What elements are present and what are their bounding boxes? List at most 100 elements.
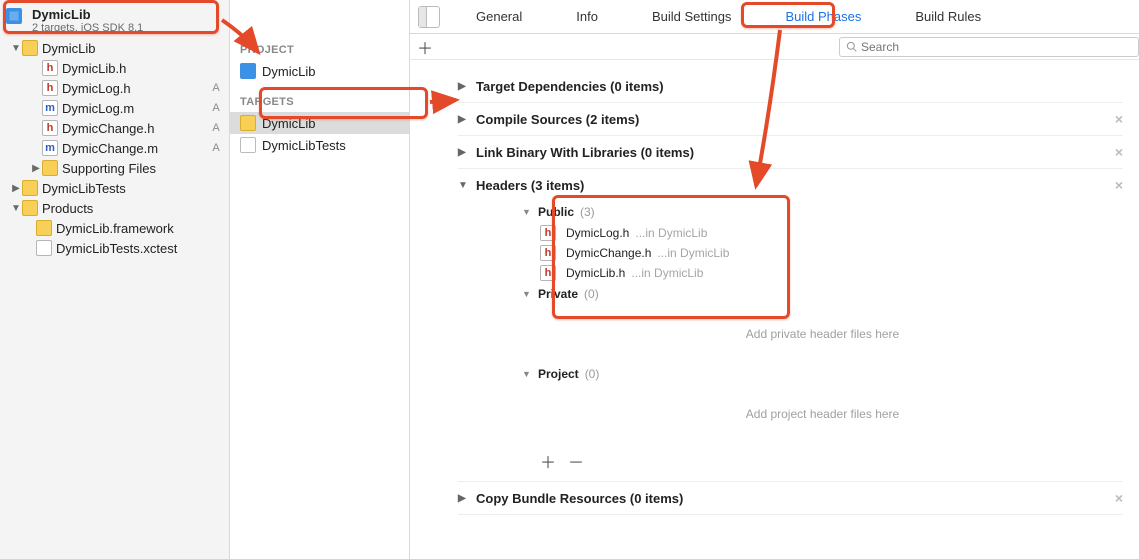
- phase-title: Copy Bundle Resources (0 items): [476, 491, 683, 506]
- folder-icon: [22, 40, 38, 56]
- folder-icon: [22, 200, 38, 216]
- editor-area: General Info Build Settings Build Phases…: [410, 0, 1139, 559]
- header-file-location: ...in DymicLib: [635, 226, 707, 240]
- project-title: DymicLib: [32, 8, 143, 22]
- project-navigator[interactable]: DymicLib 2 targets, iOS SDK 8.1 ▼ DymicL…: [0, 0, 230, 559]
- disclose-icon[interactable]: ▼: [522, 207, 532, 217]
- phase-compile-sources[interactable]: ▶ Compile Sources (2 items) ×: [458, 103, 1123, 136]
- phase-title: Compile Sources (2 items): [476, 112, 639, 127]
- vcs-status: A: [209, 122, 223, 134]
- tab-build-rules[interactable]: Build Rules: [909, 5, 987, 28]
- folder-row[interactable]: ▶ DymicLibTests: [0, 178, 229, 198]
- header-file-row[interactable]: hDymicLib.h...in DymicLib: [522, 263, 1123, 283]
- header-file-row[interactable]: hDymicLog.h...in DymicLib: [522, 223, 1123, 243]
- folder-label: DymicLib: [42, 41, 223, 56]
- folder-row[interactable]: ▼ DymicLib: [0, 38, 229, 58]
- product-row[interactable]: DymicLibTests.xctest: [0, 238, 229, 258]
- group-label: Public: [538, 205, 574, 219]
- disclose-icon[interactable]: ▶: [458, 147, 468, 158]
- search-icon: [846, 41, 857, 52]
- disclose-icon[interactable]: ▶: [458, 81, 468, 92]
- tab-build-phases[interactable]: Build Phases: [779, 5, 867, 28]
- target-row[interactable]: DymicLib: [230, 112, 409, 134]
- project-root[interactable]: DymicLib 2 targets, iOS SDK 8.1: [0, 4, 229, 38]
- project-heading: PROJECT: [230, 40, 409, 60]
- remove-phase-button[interactable]: ×: [1115, 111, 1123, 127]
- disclose-icon[interactable]: ▼: [522, 369, 532, 379]
- remove-phase-button[interactable]: ×: [1115, 490, 1123, 506]
- project-entry[interactable]: DymicLib: [230, 60, 409, 82]
- folder-label: DymicLibTests: [42, 181, 223, 196]
- file-label: DymicLib.h: [62, 61, 209, 76]
- header-file-name: DymicChange.h: [566, 246, 651, 260]
- target-row[interactable]: DymicLibTests: [230, 134, 409, 156]
- remove-phase-button[interactable]: ×: [1115, 177, 1123, 193]
- header-file-name: DymicLib.h: [566, 266, 625, 280]
- search-field[interactable]: [839, 37, 1139, 57]
- folder-icon: [42, 160, 58, 176]
- phase-title: Headers (3 items): [476, 178, 584, 193]
- folder-label: Supporting Files: [62, 161, 223, 176]
- headers-private-group[interactable]: ▼ Private (0): [522, 283, 1123, 305]
- target-label: DymicLibTests: [262, 138, 346, 153]
- disclose-icon[interactable]: ▶: [30, 163, 42, 174]
- file-icon: h: [540, 265, 556, 281]
- targets-column: PROJECT DymicLib TARGETS DymicLibDymicLi…: [230, 0, 410, 559]
- add-header-button[interactable]: ＋: [540, 449, 556, 473]
- add-phase-button[interactable]: ＋: [410, 35, 440, 59]
- tab-general[interactable]: General: [470, 5, 528, 28]
- headers-project-group[interactable]: ▼ Project (0): [522, 363, 1123, 385]
- disclose-icon[interactable]: ▼: [458, 180, 468, 191]
- remove-phase-button[interactable]: ×: [1115, 144, 1123, 160]
- private-placeholder: Add private header files here: [522, 305, 1123, 363]
- disclose-icon[interactable]: ▼: [522, 289, 532, 299]
- disclose-icon[interactable]: ▼: [10, 43, 22, 54]
- file-row[interactable]: hDymicChange.hA: [0, 118, 229, 138]
- file-row[interactable]: m DymicLog.mA: [0, 98, 229, 118]
- product-row[interactable]: DymicLib.framework: [0, 218, 229, 238]
- project-placeholder: Add project header files here: [522, 385, 1123, 443]
- folder-row[interactable]: ▶ Supporting Files: [0, 158, 229, 178]
- build-phases-list: ▶ Target Dependencies (0 items) × ▶ Comp…: [410, 60, 1139, 559]
- headers-public-group[interactable]: ▼ Public (3): [522, 201, 1123, 223]
- project-entry-label: DymicLib: [262, 64, 315, 79]
- phase-title: Link Binary With Libraries (0 items): [476, 145, 694, 160]
- phase-headers[interactable]: ▼ Headers (3 items) × ▼ Public (3) hDymi…: [458, 169, 1123, 482]
- tab-info[interactable]: Info: [570, 5, 604, 28]
- file-icon: h: [42, 80, 58, 96]
- project-subtitle: 2 targets, iOS SDK 8.1: [32, 22, 143, 34]
- file-row[interactable]: mDymicChange.mA: [0, 138, 229, 158]
- header-file-row[interactable]: hDymicChange.h...in DymicLib: [522, 243, 1123, 263]
- file-icon: m: [42, 100, 58, 116]
- tab-build-settings[interactable]: Build Settings: [646, 5, 738, 28]
- folder-label: Products: [42, 201, 223, 216]
- add-remove-buttons: ＋ －: [522, 443, 1123, 473]
- product-label: DymicLibTests.xctest: [56, 241, 223, 256]
- file-label: DymicChange.h: [62, 121, 209, 136]
- group-count: (0): [585, 367, 600, 381]
- phase-toolbar: ＋: [410, 34, 1139, 60]
- phase-link-binary[interactable]: ▶ Link Binary With Libraries (0 items) ×: [458, 136, 1123, 169]
- phase-target-deps[interactable]: ▶ Target Dependencies (0 items) ×: [458, 70, 1123, 103]
- group-count: (0): [584, 287, 599, 301]
- header-file-location: ...in DymicLib: [657, 246, 729, 260]
- project-icon: [6, 8, 22, 24]
- file-label: DymicLog.m: [62, 101, 209, 116]
- disclose-icon[interactable]: ▼: [10, 203, 22, 214]
- file-row[interactable]: hDymicLib.h: [0, 58, 229, 78]
- remove-header-button[interactable]: －: [568, 449, 584, 473]
- search-input[interactable]: [861, 40, 1132, 54]
- side-panel-toggle[interactable]: [418, 6, 440, 28]
- vcs-status: A: [209, 142, 223, 154]
- project-icon: [240, 63, 256, 79]
- disclose-icon[interactable]: ▶: [10, 183, 22, 194]
- group-count: (3): [580, 205, 595, 219]
- disclose-icon[interactable]: ▶: [458, 493, 468, 504]
- folder-row[interactable]: ▼ Products: [0, 198, 229, 218]
- file-row[interactable]: hDymicLog.hA: [0, 78, 229, 98]
- disclose-icon[interactable]: ▶: [458, 114, 468, 125]
- vcs-status: A: [209, 102, 223, 114]
- target-icon: [240, 137, 256, 153]
- folder-icon: [22, 180, 38, 196]
- phase-copy-bundle[interactable]: ▶ Copy Bundle Resources (0 items) ×: [458, 482, 1123, 515]
